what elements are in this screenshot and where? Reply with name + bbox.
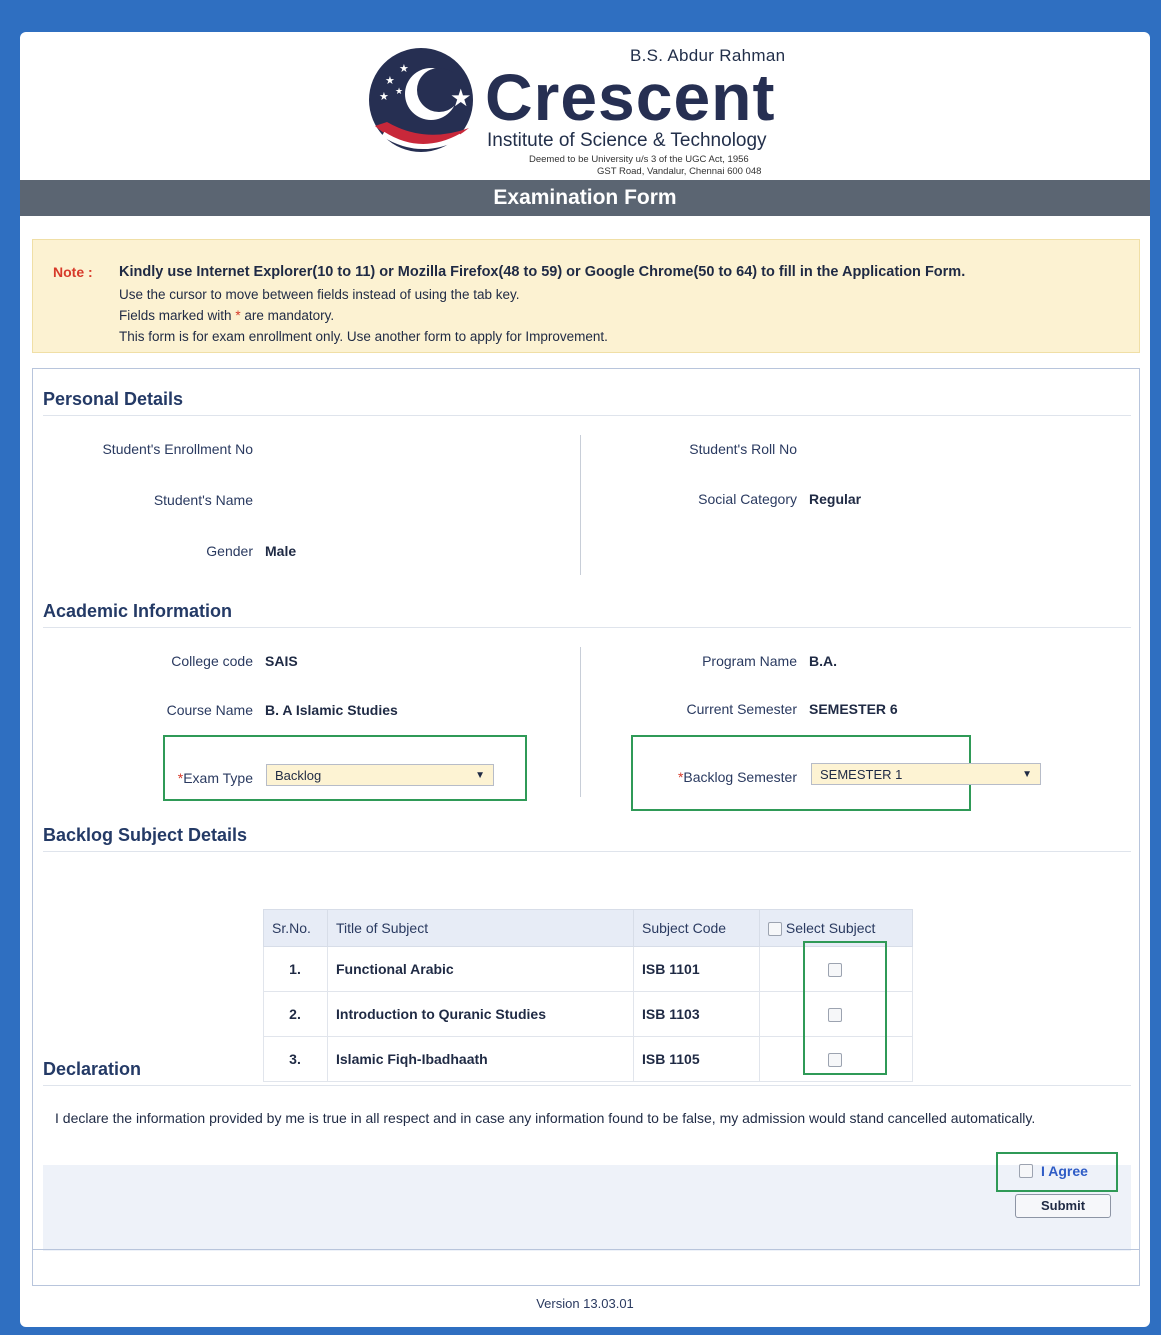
column-divider	[580, 647, 581, 797]
svg-text:★: ★	[379, 90, 389, 103]
dropdown-arrow-icon: ▼	[1022, 769, 1032, 780]
page: ★ ★ ★ ★ ★ B.S. Abdur Rahman Crescent Ins…	[20, 32, 1150, 1327]
subject-select-highlight	[803, 941, 887, 1075]
declaration-action-bar	[43, 1165, 1131, 1251]
roll-no-label: Student's Roll No	[689, 441, 797, 457]
row-subject-title: Introduction to Quranic Studies	[327, 991, 634, 1037]
brand-address: GST Road, Vandalur, Chennai 600 048	[597, 166, 762, 177]
college-code-label: College code	[171, 653, 253, 669]
brand-accreditation: Deemed to be University u/s 3 of the UGC…	[529, 154, 749, 165]
backlog-semester-selected: SEMESTER 1	[820, 767, 903, 782]
agree-option[interactable]: I Agree	[1019, 1162, 1088, 1180]
academic-info-title: Academic Information	[43, 601, 233, 621]
svg-text:★: ★	[399, 62, 409, 75]
declaration-title: Declaration	[43, 1059, 142, 1079]
student-name-label: Student's Name	[153, 492, 253, 508]
section-divider	[43, 1085, 1131, 1086]
section-divider	[43, 415, 1131, 416]
row-sr-no: 1.	[263, 946, 328, 992]
section-divider	[43, 627, 1131, 628]
exam-form: Personal Details Student's Enrollment No…	[32, 368, 1140, 1286]
row-sr-no: 2.	[263, 991, 328, 1037]
course-name-label: Course Name	[166, 702, 253, 718]
header-code: Subject Code	[633, 909, 760, 947]
college-code-value: SAIS	[265, 653, 298, 669]
backlog-semester-select[interactable]: SEMESTER 1 ▼	[811, 763, 1041, 785]
note-panel: Note : Kindly use Internet Explorer(10 t…	[32, 239, 1140, 353]
select-all-checkbox[interactable]	[768, 922, 782, 937]
version-text: Version 13.03.01	[536, 1296, 634, 1311]
backlog-semester-label-text: Backlog Semester	[683, 769, 797, 785]
svg-text:★: ★	[450, 84, 472, 112]
agree-label: I Agree	[1041, 1162, 1088, 1179]
row-subject-code: ISB 1103	[633, 991, 760, 1037]
svg-text:★: ★	[395, 87, 403, 97]
declaration-text: I declare the information provided by me…	[55, 1110, 1036, 1126]
exam-type-selected: Backlog	[275, 768, 322, 783]
note-enrollment-line: This form is for exam enrollment only. U…	[119, 329, 608, 344]
backlog-semester-label: *Backlog Semester	[593, 769, 797, 785]
column-divider	[580, 435, 581, 575]
svg-text:★: ★	[385, 74, 395, 87]
row-subject-title: Functional Arabic	[327, 946, 634, 992]
submit-button[interactable]: Submit	[1015, 1194, 1111, 1218]
header-select-text: Select Subject	[785, 919, 876, 936]
gender-value: Male	[265, 543, 297, 559]
note-label: Note :	[53, 264, 93, 280]
required-star: *	[235, 308, 241, 323]
program-name-label: Program Name	[702, 653, 797, 669]
section-divider	[43, 851, 1131, 852]
personal-details-title: Personal Details	[43, 389, 184, 409]
crescent-emblem-icon: ★ ★ ★ ★ ★	[369, 48, 473, 152]
brand-name: Crescent	[485, 60, 776, 134]
row-subject-code: ISB 1101	[633, 946, 760, 992]
exam-type-label-text: Exam Type	[183, 770, 253, 786]
row-sr-no: 3.	[263, 1036, 328, 1082]
gender-label: Gender	[206, 543, 253, 559]
exam-type-label: *Exam Type	[33, 770, 253, 786]
current-semester-label: Current Semester	[686, 701, 797, 717]
course-name-value: B. A Islamic Studies	[265, 702, 398, 718]
note-cursor-line: Use the cursor to move between fields in…	[119, 287, 520, 302]
brand-subtitle: Institute of Science & Technology	[487, 130, 767, 151]
backlog-subjects-title: Backlog Subject Details	[43, 825, 248, 845]
program-name-value: B.A.	[809, 653, 837, 669]
note-browser-line: Kindly use Internet Explorer(10 to 11) o…	[119, 264, 966, 280]
note-mandatory-prefix: Fields marked with	[119, 308, 232, 323]
header-sr-no: Sr.No.	[263, 909, 328, 947]
current-semester-value: SEMESTER 6	[809, 701, 898, 717]
page-title: Examination Form	[20, 180, 1150, 216]
form-bottom-divider	[33, 1249, 1139, 1250]
social-category-label: Social Category	[698, 491, 797, 507]
institution-logo: ★ ★ ★ ★ ★ B.S. Abdur Rahman Crescent Ins…	[365, 46, 825, 177]
row-subject-title: Islamic Fiqh-Ibadhaath	[327, 1036, 634, 1082]
note-mandatory-line: Fields marked with * are mandatory.	[119, 308, 334, 323]
agree-checkbox[interactable]	[1019, 1163, 1033, 1178]
note-mandatory-suffix: are mandatory.	[244, 308, 335, 323]
row-subject-code: ISB 1105	[633, 1036, 760, 1082]
header-title: Title of Subject	[327, 909, 634, 947]
dropdown-arrow-icon: ▼	[475, 770, 485, 781]
enrollment-label: Student's Enrollment No	[102, 441, 253, 457]
social-category-value: Regular	[809, 491, 862, 507]
exam-type-select[interactable]: Backlog ▼	[266, 764, 494, 786]
